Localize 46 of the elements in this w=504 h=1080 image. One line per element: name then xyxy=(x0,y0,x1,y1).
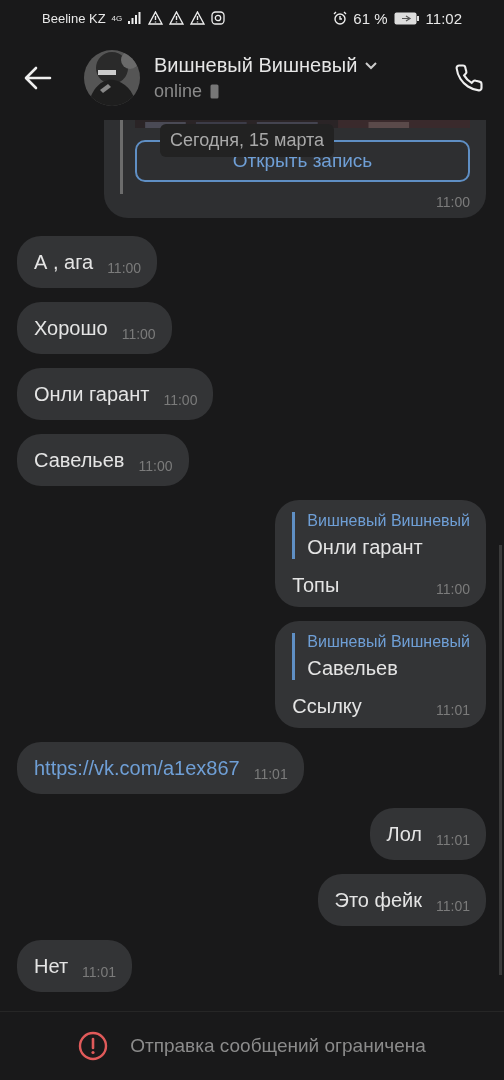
alert-icon xyxy=(78,1031,109,1061)
message-text: Ссылку xyxy=(292,695,362,718)
online-status: online xyxy=(154,81,203,102)
network-type: 4G xyxy=(111,13,123,23)
quote-author: Вишневый Вишневый xyxy=(307,633,470,651)
message-link[interactable]: https://vk.com/a1ex867 xyxy=(34,756,240,780)
phone-device-icon xyxy=(210,84,220,99)
warning-icon xyxy=(148,11,164,25)
message-text: Нет xyxy=(34,954,69,978)
message-text: А , ага xyxy=(34,250,94,274)
message-text: Савельев xyxy=(34,448,125,472)
warning-icon xyxy=(169,11,185,25)
contact-name[interactable]: Вишневый Вишневый xyxy=(154,54,358,77)
quote-text: Онли гарант xyxy=(307,536,424,559)
message-time: 11:00 xyxy=(436,581,470,597)
message-time: 11:01 xyxy=(436,702,470,718)
message-text: Это фейк xyxy=(334,888,422,912)
message-text: Онли гарант xyxy=(34,382,150,406)
signal-icon xyxy=(128,12,143,24)
scrollbar[interactable] xyxy=(499,545,502,975)
message-time: 11:00 xyxy=(138,458,173,474)
message-text: Хорошо xyxy=(34,316,108,340)
message-time: 11:00 xyxy=(163,392,198,408)
message-text: Лол xyxy=(386,822,422,846)
message-text: Топы xyxy=(292,574,340,597)
quote-author: Вишневый Вишневый xyxy=(307,512,470,530)
quote-text: Савельев xyxy=(307,657,399,680)
chevron-down-icon[interactable] xyxy=(365,61,378,70)
message-time: 11:01 xyxy=(253,766,288,782)
message-time: 11:01 xyxy=(82,964,117,980)
battery-icon xyxy=(393,11,420,25)
warning-icon xyxy=(190,11,206,25)
message-time: 11:00 xyxy=(436,194,470,210)
carrier-name: Beeline KZ xyxy=(42,10,106,26)
message-time: 11:01 xyxy=(436,832,470,848)
phone-call-icon[interactable] xyxy=(454,63,484,93)
message-time: 11:01 xyxy=(436,898,470,914)
camera-icon xyxy=(211,11,226,25)
alarm-icon xyxy=(333,11,348,25)
restriction-notice: Отправка сообщений ограничена xyxy=(130,1035,426,1057)
clock-time: 11:02 xyxy=(425,9,462,27)
back-arrow-icon[interactable] xyxy=(24,66,52,90)
battery-percent: 61 % xyxy=(353,9,388,27)
message-time: 11:00 xyxy=(121,326,156,342)
date-tooltip: Сегодня, 15 марта xyxy=(160,124,335,157)
message-time: 11:00 xyxy=(107,260,142,276)
